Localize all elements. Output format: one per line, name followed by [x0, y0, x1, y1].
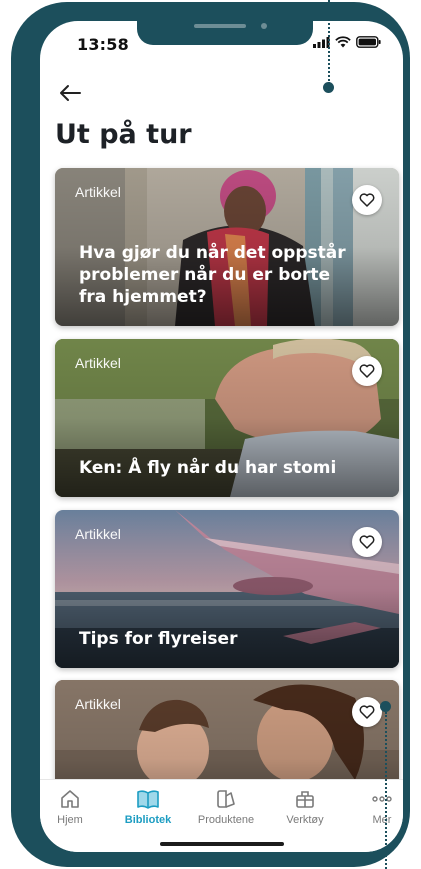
heart-icon: [359, 705, 375, 719]
heart-icon: [359, 193, 375, 207]
article-card[interactable]: Artikkel Ken: Å fly når du har stomi: [55, 339, 399, 497]
status-time: 13:58: [77, 35, 129, 54]
tab-label: Mer: [372, 814, 392, 826]
status-icons: [313, 36, 381, 48]
heart-icon: [359, 364, 375, 378]
tab-label: Hjem: [57, 814, 83, 826]
favorite-button[interactable]: [352, 697, 382, 727]
tab-label: Produktene: [197, 814, 255, 826]
heart-icon: [359, 535, 375, 549]
favorite-button[interactable]: [352, 527, 382, 557]
tab-more[interactable]: Mer: [346, 788, 403, 826]
card-type-label: Artikkel: [75, 526, 121, 542]
card-type-label: Artikkel: [75, 184, 121, 200]
phone-notch: [137, 21, 313, 45]
tab-products[interactable]: Produktene: [190, 788, 262, 826]
card-title: Tips for flyreiser: [79, 629, 238, 649]
page-title: Ut på tur: [55, 119, 192, 150]
favorite-button[interactable]: [352, 356, 382, 386]
annotation-marker-bottom: [380, 701, 391, 712]
annotation-line-bottom: [385, 712, 387, 869]
products-icon: [217, 790, 235, 808]
tab-home[interactable]: Hjem: [40, 788, 106, 826]
tab-tools[interactable]: Verktøy: [269, 788, 341, 826]
bottom-tab-bar: Hjem Bibliotek Produktene Verktøy Mer: [40, 779, 403, 852]
tab-label: Bibliotek: [124, 814, 172, 826]
book-icon: [137, 790, 159, 809]
more-icon: [372, 796, 392, 802]
article-card[interactable]: Artikkel Tips for flyreiser: [55, 510, 399, 668]
card-title: Ken: Å fly når du har stomi: [79, 458, 337, 478]
phone-frame: 13:58 Ut på tur Artikkel Hva gjør du når…: [11, 2, 410, 867]
favorite-button[interactable]: [352, 185, 382, 215]
tab-library[interactable]: Bibliotek: [112, 788, 184, 826]
home-icon: [61, 790, 79, 808]
front-camera: [261, 23, 267, 29]
card-type-label: Artikkel: [75, 696, 121, 712]
home-indicator: [160, 842, 284, 846]
article-card[interactable]: Artikkel Hva gjør du når det oppstår pro…: [55, 168, 399, 326]
app-screen: 13:58 Ut på tur Artikkel Hva gjør du når…: [40, 21, 403, 852]
battery-icon: [356, 36, 381, 48]
annotation-marker-top: [323, 82, 334, 93]
card-title: Hva gjør du når det oppstår problemer nå…: [79, 243, 346, 307]
tab-label: Verktøy: [286, 814, 324, 826]
toolbox-icon: [296, 791, 314, 808]
speaker-grille: [194, 24, 246, 28]
card-type-label: Artikkel: [75, 355, 121, 371]
back-button[interactable]: [54, 79, 86, 107]
wifi-icon: [335, 36, 351, 48]
annotation-line-top: [328, 0, 330, 84]
arrow-left-icon: [60, 85, 81, 101]
